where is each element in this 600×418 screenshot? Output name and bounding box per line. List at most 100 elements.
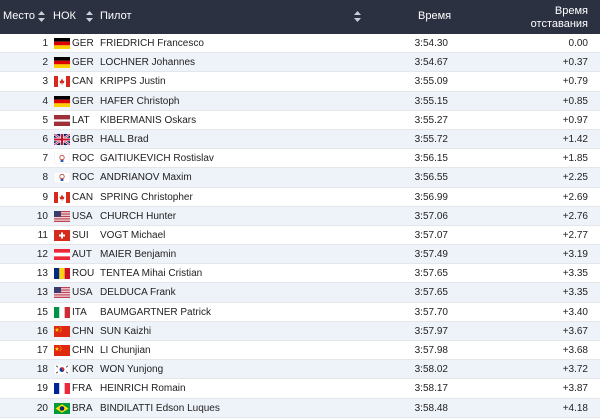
flag-icon-chn [54,325,70,337]
gap-cell: +3.68 [562,345,588,356]
pilot-name-cell[interactable]: BINDILATTI Edson Luques [100,403,220,414]
table-row[interactable]: 12 AUT MAIER Benjamin 3:57.49 +3.19 [0,245,600,265]
pilot-name-cell[interactable]: FRIEDRICH Francesco [100,38,204,49]
table-row[interactable]: 18 KOR WON Yunjong 3:58.02 +3.72 [0,360,600,380]
gap-cell: 0.00 [568,38,588,49]
table-row[interactable]: 15 ITA BAUMGARTNER Patrick 3:57.70 +3.40 [0,303,600,322]
flag-icon-ger [54,38,70,49]
noc-cell: FRA [72,383,92,395]
table-row[interactable]: 7 ROC GAITIUKEVICH Rostislav 3:56.15 +1.85 [0,149,600,169]
pilot-name-cell[interactable]: HEINRICH Romain [100,383,186,394]
place-cell: 7 [42,153,48,165]
flag-icon-bra [54,402,70,414]
place-cell: 13 [36,268,48,280]
table-row[interactable]: 19 FRA HEINRICH Romain 3:58.17 +3.87 [0,379,600,399]
pilot-name-cell[interactable]: SUN Kaizhi [100,326,151,337]
table-row[interactable]: 5 LAT KIBERMANIS Oskars 3:55.27 +0.97 [0,111,600,130]
place-cell: 19 [36,383,48,395]
pilot-name-cell[interactable]: LOCHNER Johannes [100,57,195,68]
gap-cell: +0.37 [562,57,588,69]
table-header: Место НОК Пилот Время Время отставания [0,0,600,34]
noc-cell: ROU [72,268,95,280]
table-row[interactable]: 16 CHN SUN Kaizhi 3:57.97 +3.67 [0,321,600,341]
gap-cell: +1.85 [562,153,588,165]
gap-cell: +3.87 [562,383,588,395]
gap-cell: +1.42 [562,133,588,145]
table-row[interactable]: 4 GER HAFER Christoph 3:55.15 +0.85 [0,91,600,111]
table-row[interactable]: 8 ROC ANDRIANOV Maxim 3:56.55 +2.25 [0,168,600,188]
pilot-name-cell[interactable]: ANDRIANOV Maxim [100,172,192,183]
column-header-gap-line2: отставания [530,18,588,30]
time-cell: 3:57.65 [414,287,448,299]
flag-icon-can [54,191,70,203]
flag-icon-aut [54,249,70,261]
noc-cell: GER [72,38,94,49]
table-row[interactable]: 17 CHN LI Chunjian 3:57.98 +3.68 [0,341,600,361]
gap-cell: +0.79 [562,76,588,88]
noc-cell: ITA [72,306,87,318]
flag-icon-ger [54,57,70,69]
pilot-name-cell[interactable]: HALL Brad [100,134,149,145]
noc-cell: KOR [72,364,94,376]
column-header-place[interactable]: Место [3,10,35,22]
column-header-pilot[interactable]: Пилот [100,10,132,22]
pilot-name-cell[interactable]: DELDUCA Frank [100,287,176,298]
table-row[interactable]: 9 CAN SPRING Christopher 3:56.99 +2.69 [0,188,600,207]
time-cell: 3:57.06 [414,210,448,222]
place-cell: 2 [42,57,48,69]
noc-cell: CHN [72,325,94,337]
sort-icon[interactable] [86,11,93,22]
table-row[interactable]: 11 SUI VOGT Michael 3:57.07 +2.77 [0,226,600,246]
pilot-name-cell[interactable]: VOGT Michael [100,230,165,241]
sort-icon[interactable] [38,11,45,22]
column-header-noc[interactable]: НОК [53,10,76,22]
pilot-name-cell[interactable]: SPRING Christopher [100,192,193,203]
noc-cell: GBR [72,133,94,145]
table-row[interactable]: 1 GER FRIEDRICH Francesco 3:54.30 0.00 [0,34,600,54]
time-cell: 3:54.30 [414,38,448,49]
time-cell: 3:56.99 [414,191,448,203]
pilot-name-cell[interactable]: BAUMGARTNER Patrick [100,307,211,318]
column-header-time[interactable]: Время [418,10,451,22]
table-row[interactable]: 3 CAN KRIPPS Justin 3:55.09 +0.79 [0,72,600,92]
place-cell: 10 [36,210,48,222]
pilot-name-cell[interactable]: MAIER Benjamin [100,249,176,260]
table-row[interactable]: 13 USA DELDUCA Frank 3:57.65 +3.35 [0,283,600,303]
pilot-name-cell[interactable]: WON Yunjong [100,364,163,375]
table-row[interactable]: 6 GBR HALL Brad 3:55.72 +1.42 [0,129,600,150]
flag-icon-gbr [54,133,70,145]
gap-cell: +4.18 [562,402,588,414]
table-row[interactable]: 20 BRA BINDILATTI Edson Luques 3:58.48 +4.18 [0,398,600,418]
gap-cell: +2.69 [562,191,588,203]
place-cell: 17 [36,345,48,356]
table-row[interactable]: 13 ROU TENTEA Mihai Cristian 3:57.65 +3.35 [0,264,600,284]
pilot-name-cell[interactable]: KRIPPS Justin [100,76,166,87]
flag-icon-kor [54,364,70,376]
time-cell: 3:57.70 [414,306,448,318]
flag-icon-usa [54,210,70,222]
sort-icon[interactable] [354,11,361,22]
time-cell: 3:57.65 [414,268,448,280]
flag-icon-ita [54,306,70,318]
pilot-name-cell[interactable]: HAFER Christoph [100,96,179,107]
gap-cell: +3.35 [562,287,588,299]
noc-cell: CAN [72,191,94,203]
place-cell: 3 [42,76,48,88]
gap-cell: +0.85 [562,95,588,107]
pilot-name-cell[interactable]: LI Chunjian [100,345,151,356]
pilot-name-cell[interactable]: KIBERMANIS Oskars [100,115,196,126]
table-row[interactable]: 2 GER LOCHNER Johannes 3:54.67 +0.37 [0,53,600,73]
flag-icon-ger [54,95,70,107]
table-row[interactable]: 10 USA CHURCH Hunter 3:57.06 +2.76 [0,206,600,226]
flag-icon-rou [54,268,70,280]
noc-cell: SUI [72,229,89,241]
noc-cell: ROC [72,153,95,165]
pilot-name-cell[interactable]: TENTEA Mihai Cristian [100,268,202,279]
time-cell: 3:58.02 [414,364,448,376]
place-cell: 1 [42,38,48,49]
noc-cell: CAN [72,76,94,88]
pilot-name-cell[interactable]: CHURCH Hunter [100,211,176,222]
column-header-gap[interactable]: Время отставания [531,5,588,31]
noc-cell: USA [72,287,93,299]
pilot-name-cell[interactable]: GAITIUKEVICH Rostislav [100,153,214,164]
